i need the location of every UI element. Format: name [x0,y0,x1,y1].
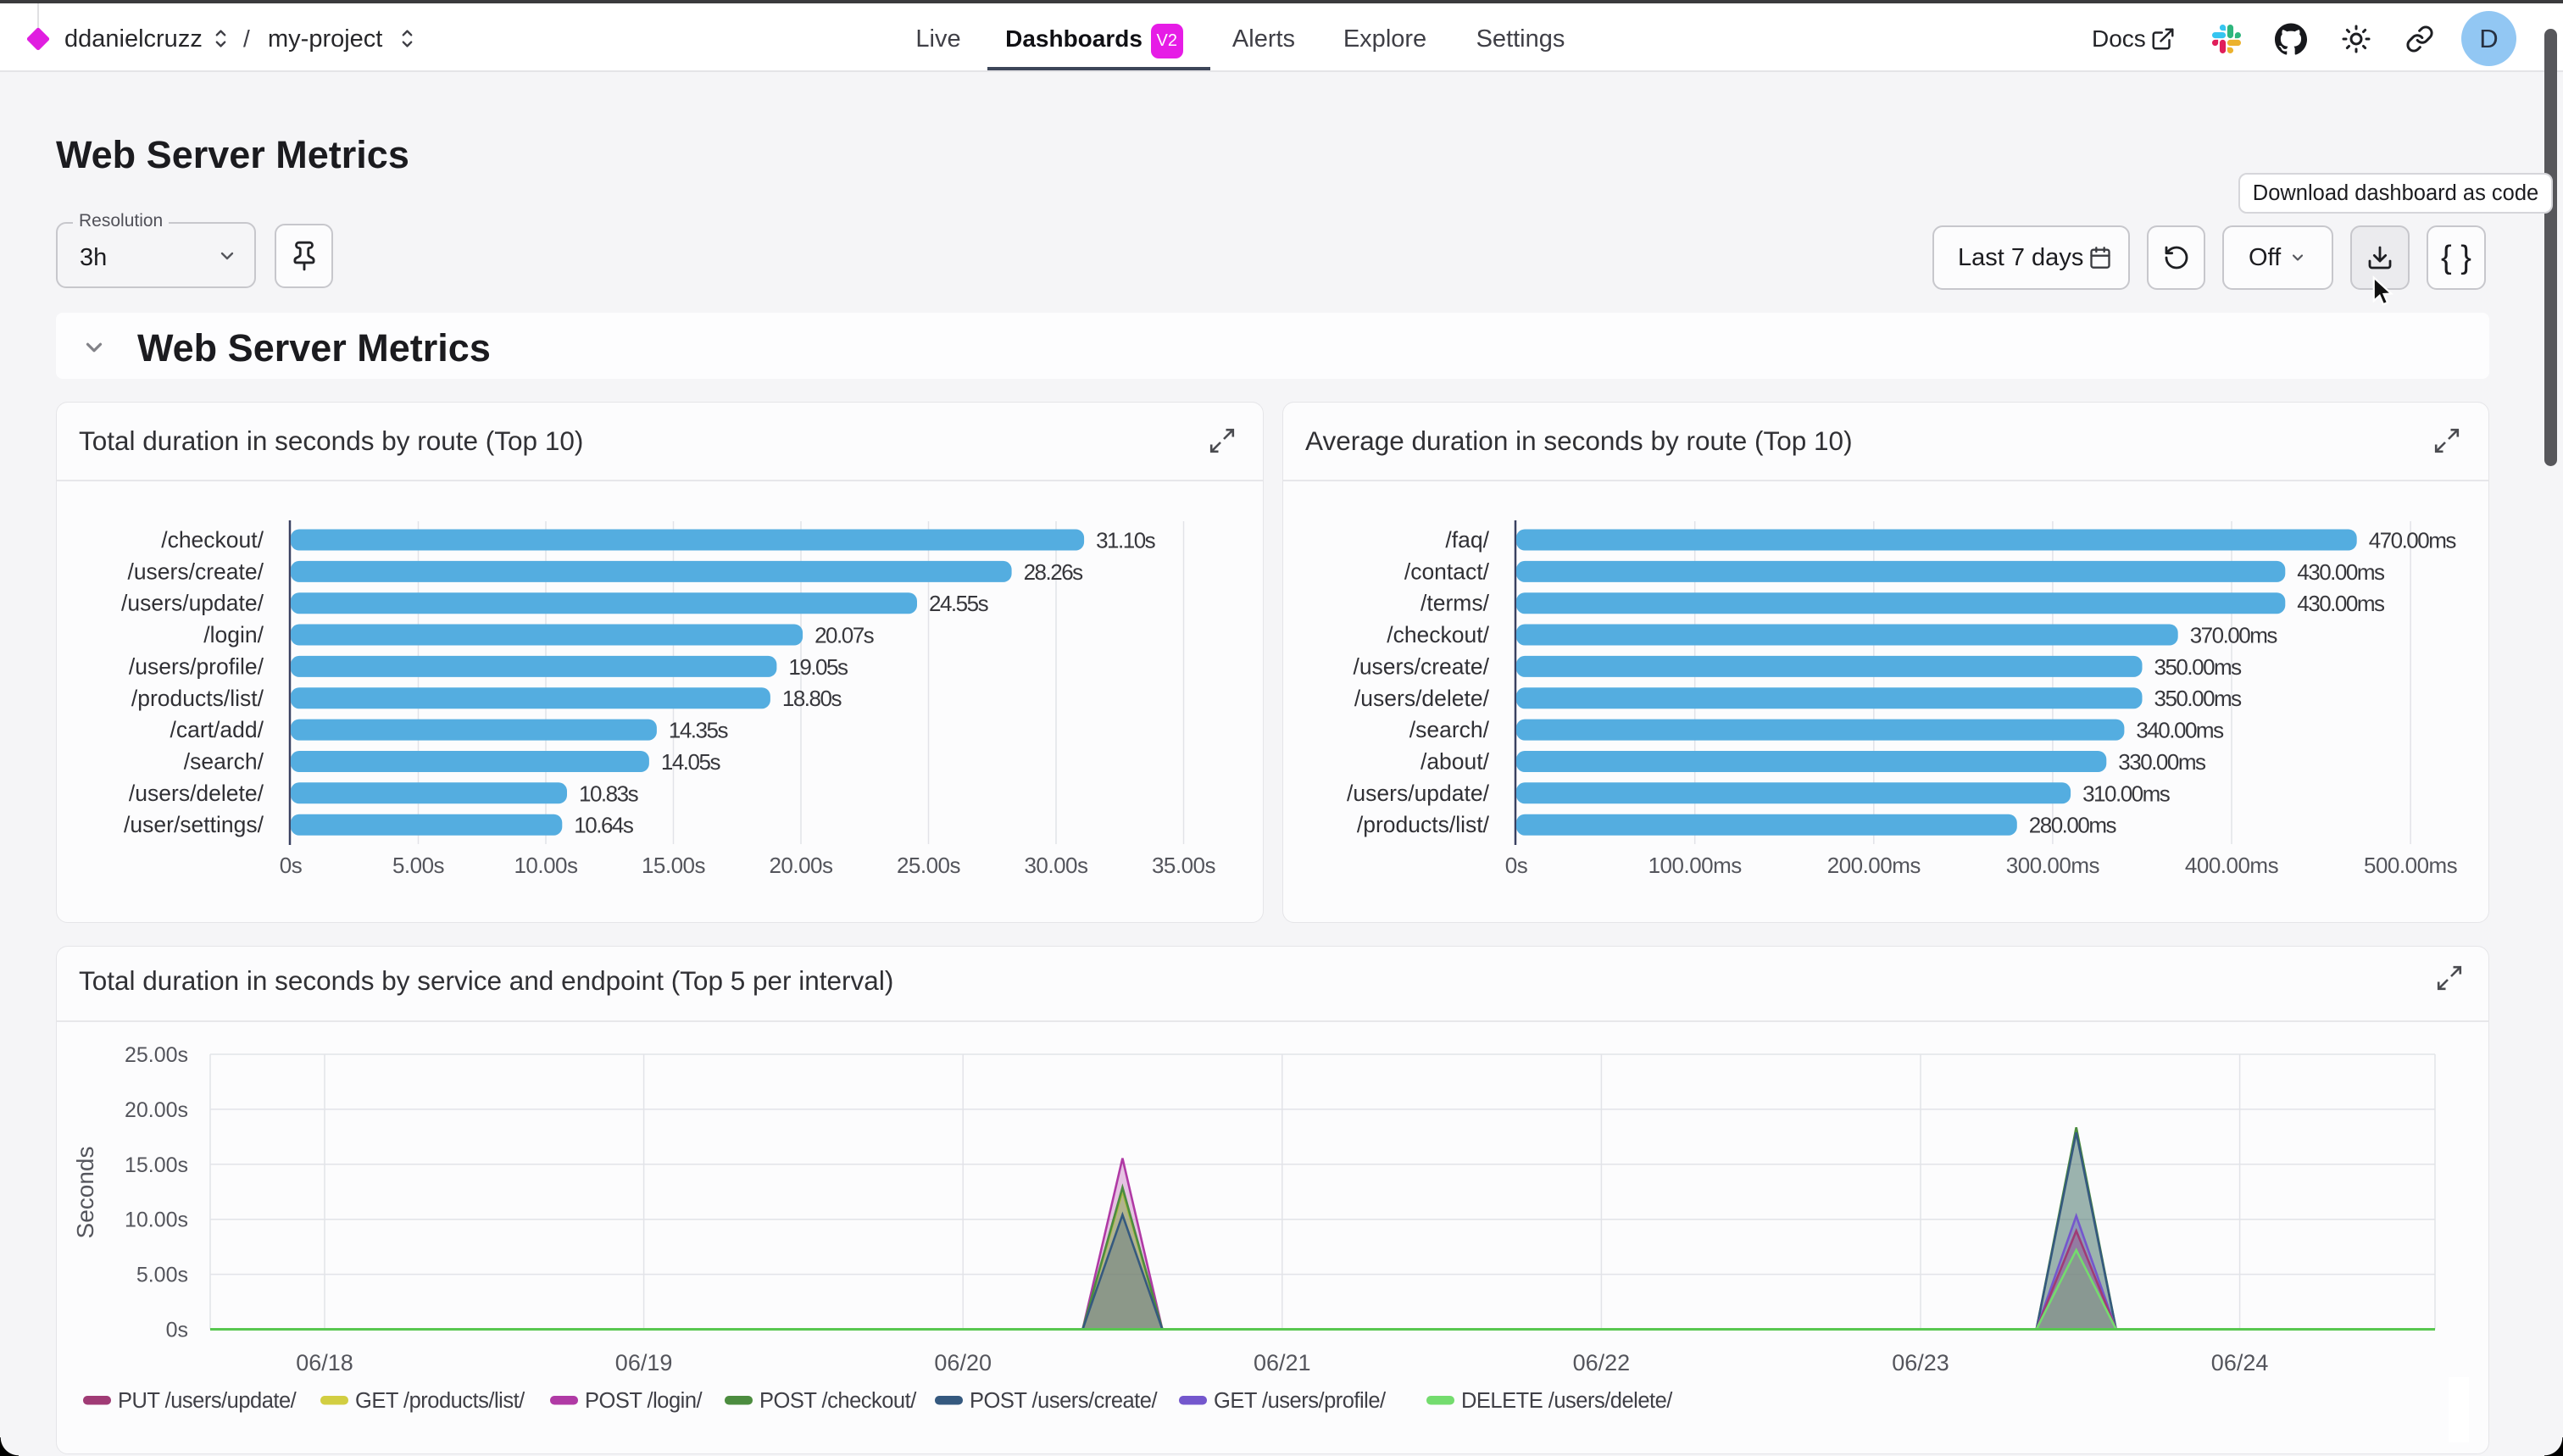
svg-text:370.00ms: 370.00ms [2190,623,2278,648]
svg-text:19.05s: 19.05s [788,654,848,680]
svg-text:DELETE /users/delete/: DELETE /users/delete/ [1461,1389,1673,1413]
svg-text:/checkout/: /checkout/ [1387,622,1489,647]
svg-text:5.00s: 5.00s [392,853,445,878]
svg-text:/cart/add/: /cart/add/ [170,717,264,742]
svg-text:/users/create/: /users/create/ [1353,653,1489,679]
svg-text:25.00s: 25.00s [897,853,961,878]
svg-text:470.00ms: 470.00ms [2369,528,2457,553]
svg-text:20.00s: 20.00s [125,1098,188,1122]
svg-text:15.00s: 15.00s [642,853,706,878]
svg-text:310.00ms: 310.00ms [2082,781,2171,806]
svg-text:500.00ms: 500.00ms [2364,853,2458,878]
svg-text:/users/delete/: /users/delete/ [129,781,264,806]
svg-text:10.00s: 10.00s [514,853,578,878]
svg-text:06/19: 06/19 [615,1350,673,1375]
svg-text:24.55s: 24.55s [929,591,989,616]
svg-text:/users/update/: /users/update/ [121,591,264,616]
svg-text:/users/delete/: /users/delete/ [1354,686,1490,711]
svg-text:10.64s: 10.64s [574,813,634,838]
svg-text:06/24: 06/24 [2211,1350,2269,1375]
svg-text:14.05s: 14.05s [661,749,721,775]
svg-text:06/20: 06/20 [934,1350,992,1375]
svg-text:35.00s: 35.00s [1152,853,1216,878]
svg-text:20.07s: 20.07s [814,623,875,648]
svg-text:430.00ms: 430.00ms [2297,559,2385,585]
svg-text:06/23: 06/23 [1892,1350,1949,1375]
svg-text:14.35s: 14.35s [669,718,729,743]
svg-text:280.00ms: 280.00ms [2029,813,2117,838]
svg-text:Seconds: Seconds [72,1147,98,1239]
svg-text:/search/: /search/ [184,749,264,775]
svg-text:/login/: /login/ [203,622,264,647]
svg-text:31.10s: 31.10s [1096,528,1156,553]
svg-text:/products/list/: /products/list/ [131,686,264,711]
svg-text:18.80s: 18.80s [782,686,842,711]
svg-text:POST /login/: POST /login/ [585,1389,703,1413]
svg-text:25.00s: 25.00s [125,1043,188,1067]
svg-text:100.00ms: 100.00ms [1648,853,1743,878]
svg-text:0s: 0s [1505,853,1528,878]
svg-text:/users/update/: /users/update/ [1347,781,1490,806]
svg-text:5.00s: 5.00s [136,1264,188,1287]
svg-text:GET /users/profile/: GET /users/profile/ [1214,1389,1387,1413]
svg-text:330.00ms: 330.00ms [2118,749,2206,775]
svg-text:0s: 0s [166,1319,188,1342]
svg-text:/faq/: /faq/ [1445,527,1489,553]
svg-text:/terms/: /terms/ [1420,591,1490,616]
svg-text:PUT /users/update/: PUT /users/update/ [118,1389,297,1413]
svg-text:/checkout/: /checkout/ [161,527,264,553]
svg-text:POST /users/create/: POST /users/create/ [970,1389,1158,1413]
svg-text:30.00s: 30.00s [1024,853,1088,878]
svg-text:200.00ms: 200.00ms [1827,853,1921,878]
svg-text:300.00ms: 300.00ms [2006,853,2100,878]
svg-text:/about/: /about/ [1420,749,1490,775]
svg-text:0s: 0s [280,853,303,878]
svg-text:POST /checkout/: POST /checkout/ [759,1389,917,1413]
svg-text:06/18: 06/18 [296,1350,353,1375]
svg-text:06/22: 06/22 [1573,1350,1631,1375]
svg-text:20.00s: 20.00s [769,853,833,878]
svg-text:28.26s: 28.26s [1024,559,1084,585]
svg-text:06/21: 06/21 [1254,1350,1311,1375]
svg-text:350.00ms: 350.00ms [2154,686,2243,711]
svg-text:/user/settings/: /user/settings/ [124,812,264,837]
svg-text:/search/: /search/ [1409,717,1490,742]
svg-text:/users/profile/: /users/profile/ [129,653,264,679]
svg-text:GET /products/list/: GET /products/list/ [355,1389,525,1413]
svg-text:/contact/: /contact/ [1404,559,1490,584]
svg-text:/users/create/: /users/create/ [127,559,264,584]
svg-text:430.00ms: 430.00ms [2297,591,2385,616]
svg-text:15.00s: 15.00s [125,1153,188,1177]
svg-text:400.00ms: 400.00ms [2185,853,2279,878]
svg-text:10.00s: 10.00s [125,1209,188,1232]
svg-text:350.00ms: 350.00ms [2154,654,2243,680]
svg-text:/products/list/: /products/list/ [1357,812,1490,837]
svg-text:10.83s: 10.83s [579,781,639,806]
svg-text:340.00ms: 340.00ms [2136,718,2224,743]
